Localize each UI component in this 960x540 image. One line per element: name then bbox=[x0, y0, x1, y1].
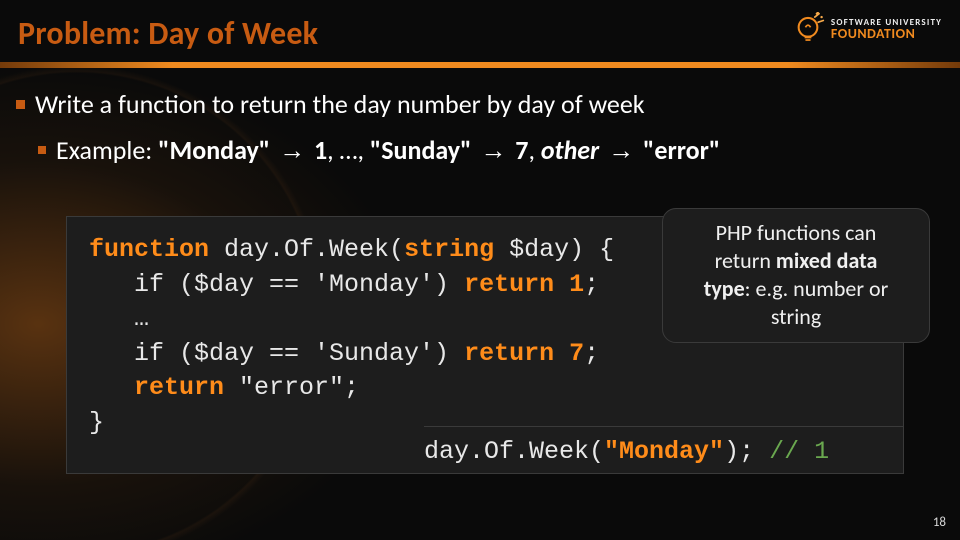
arrow-icon: → bbox=[608, 135, 634, 165]
code-text: } bbox=[89, 408, 104, 437]
note-text: : e.g. number or bbox=[745, 275, 889, 302]
code-text: if ($day == 'Monday') bbox=[89, 270, 464, 299]
note-line: type: e.g. number or bbox=[675, 275, 917, 303]
example-monday: "Monday" bbox=[158, 134, 270, 166]
call-comment: // 1 bbox=[769, 437, 829, 466]
arrow-icon: → bbox=[480, 135, 506, 165]
example-ellipsis: , …, bbox=[327, 134, 370, 166]
code-text: day.Of.Week( bbox=[209, 235, 404, 264]
logo-text: SOFTWARE UNIVERSITY FOUNDATION bbox=[831, 18, 942, 41]
note-text: type bbox=[704, 275, 745, 302]
code-kw-return: return bbox=[464, 339, 554, 368]
call-after: ); bbox=[724, 437, 769, 466]
code-text: ; bbox=[584, 270, 599, 299]
note-line: string bbox=[675, 303, 917, 331]
logo-line2: FOUNDATION bbox=[831, 27, 942, 41]
example-label: Example: bbox=[56, 134, 158, 166]
example-sunday: "Sunday" bbox=[370, 134, 472, 166]
slide: Problem: Day of Week SOFTWARE UNIVERSITY… bbox=[0, 0, 960, 540]
code-kw-string: string bbox=[404, 235, 494, 264]
bullet-icon bbox=[38, 146, 46, 154]
example-sep: , bbox=[528, 134, 540, 166]
code-text: "error"; bbox=[224, 373, 359, 402]
note-line: PHP functions can bbox=[675, 219, 917, 247]
code-kw-function: function bbox=[89, 235, 209, 264]
bullet-main: Write a function to return the day numbe… bbox=[16, 88, 944, 120]
body: Write a function to return the day numbe… bbox=[16, 88, 944, 184]
example-other: other bbox=[541, 134, 599, 166]
lightbulb-icon bbox=[791, 12, 825, 46]
arrow-icon: → bbox=[279, 135, 305, 165]
callout-note: PHP functions can return mixed data type… bbox=[662, 208, 930, 343]
example-one: 1 bbox=[314, 134, 327, 166]
slide-title: Problem: Day of Week bbox=[18, 14, 318, 53]
code-text bbox=[554, 270, 569, 299]
call-arg: "Monday" bbox=[604, 437, 724, 466]
bullet-sub-text: Example: "Monday" → 1, …, "Sunday" → 7, … bbox=[56, 134, 720, 166]
code-text bbox=[89, 373, 134, 402]
code-num: 7 bbox=[569, 339, 584, 368]
divider bbox=[0, 62, 960, 68]
note-text: return bbox=[715, 247, 776, 274]
note-line: return mixed data bbox=[675, 247, 917, 275]
code-text: … bbox=[89, 304, 149, 333]
code-call: day.Of.Week("Monday"); // 1 bbox=[424, 426, 904, 466]
bullet-sub: Example: "Monday" → 1, …, "Sunday" → 7, … bbox=[38, 134, 944, 166]
page-number: 18 bbox=[933, 515, 946, 530]
code-num: 1 bbox=[569, 270, 584, 299]
example-seven: 7 bbox=[515, 134, 528, 166]
code-text: $day) { bbox=[494, 235, 614, 264]
code-text: if ($day == 'Sunday') bbox=[89, 339, 464, 368]
bullet-main-text: Write a function to return the day numbe… bbox=[35, 88, 645, 120]
logo: SOFTWARE UNIVERSITY FOUNDATION bbox=[791, 12, 942, 46]
code-kw-return: return bbox=[464, 270, 554, 299]
note-text: mixed data bbox=[776, 247, 877, 274]
code-kw-return: return bbox=[134, 373, 224, 402]
code-text bbox=[554, 339, 569, 368]
example-error: "error" bbox=[643, 134, 720, 166]
call-fn: day.Of.Week( bbox=[424, 437, 604, 466]
code-text: ; bbox=[584, 339, 599, 368]
bullet-icon bbox=[16, 100, 25, 109]
